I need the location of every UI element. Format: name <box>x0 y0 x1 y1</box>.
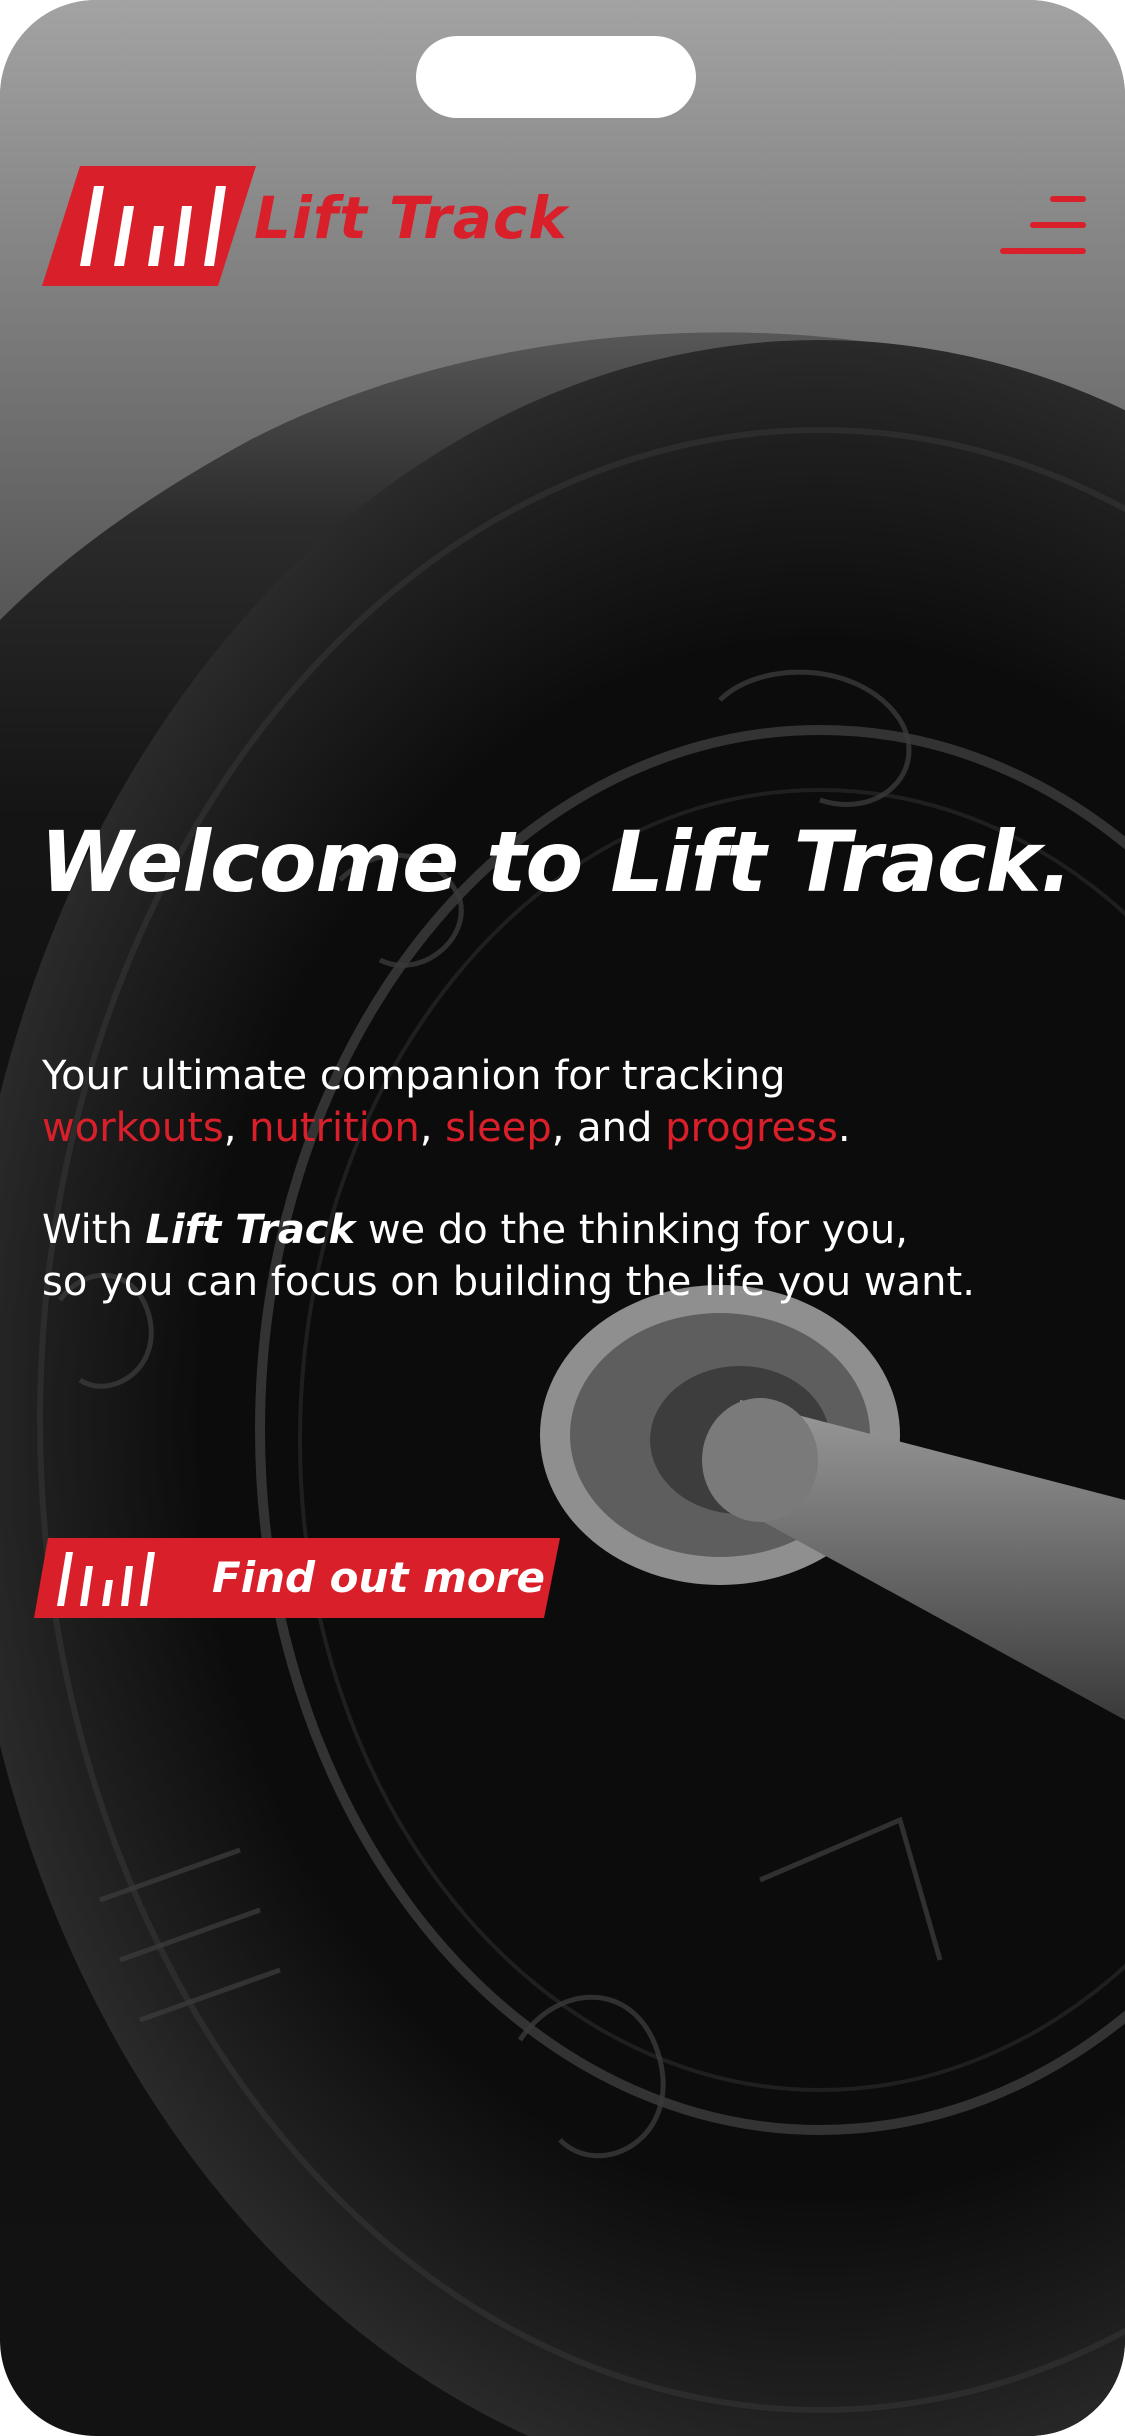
bar-chart-icon <box>57 1552 155 1606</box>
brand-name: Lift Track <box>254 184 568 252</box>
highlight-workouts: workouts <box>42 1105 224 1151</box>
description-prefix: With <box>42 1207 146 1253</box>
hero-title: Welcome to Lift Track. <box>40 813 1072 911</box>
period: . <box>837 1105 851 1151</box>
highlight-sleep: sleep <box>445 1105 552 1151</box>
hero-intro: Your ultimate companion for tracking wor… <box>42 1050 1102 1154</box>
description-line: so you can focus on building the life yo… <box>42 1259 975 1305</box>
menu-line <box>1000 248 1086 254</box>
phone-screen: Lift Track Welcome to Lift Track. Your u… <box>0 0 1125 2436</box>
find-out-more-label: Find out more <box>212 1553 545 1602</box>
intro-line: Your ultimate companion for tracking <box>42 1053 786 1099</box>
menu-line <box>1050 196 1086 202</box>
description-brand: Lift Track <box>145 1207 356 1253</box>
menu-line <box>1030 222 1086 228</box>
device-notch <box>416 36 696 118</box>
bar-chart-icon <box>42 166 256 286</box>
separator: , <box>223 1105 250 1151</box>
hamburger-menu-icon[interactable] <box>1000 196 1086 258</box>
highlight-nutrition: nutrition <box>249 1105 420 1151</box>
description-suffix: we do the thinking for you, <box>355 1207 908 1253</box>
separator: , <box>419 1105 446 1151</box>
hero-description: With Lift Track we do the thinking for y… <box>42 1204 1102 1308</box>
highlight-progress: progress <box>665 1105 838 1151</box>
find-out-more-button[interactable]: Find out more <box>34 1538 560 1618</box>
separator: , and <box>551 1105 666 1151</box>
brand-logo[interactable]: Lift Track <box>42 166 567 286</box>
